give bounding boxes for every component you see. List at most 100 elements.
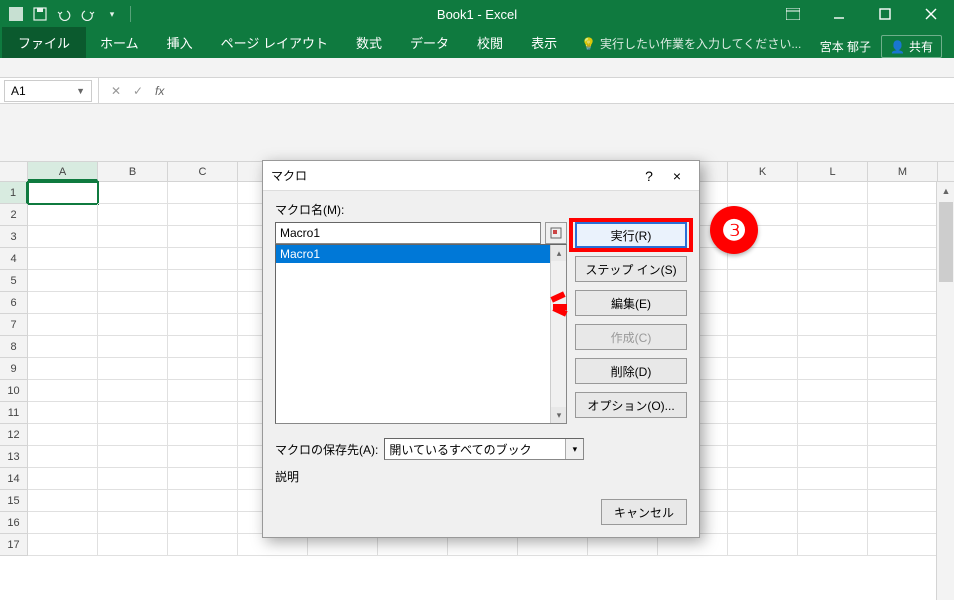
- row-header[interactable]: 15: [0, 490, 28, 512]
- cell[interactable]: [98, 358, 168, 380]
- cell[interactable]: [98, 204, 168, 226]
- cell[interactable]: [28, 468, 98, 490]
- cell[interactable]: [168, 270, 238, 292]
- cell[interactable]: [168, 468, 238, 490]
- cell[interactable]: [798, 248, 868, 270]
- cell[interactable]: [168, 226, 238, 248]
- share-button[interactable]: 👤 共有: [881, 35, 942, 58]
- cell[interactable]: [798, 380, 868, 402]
- cell[interactable]: [168, 182, 238, 204]
- cell[interactable]: [868, 204, 938, 226]
- row-header[interactable]: 3: [0, 226, 28, 248]
- cell[interactable]: [168, 490, 238, 512]
- vertical-scrollbar[interactable]: ▲: [936, 182, 954, 600]
- cell[interactable]: [798, 292, 868, 314]
- enter-formula-icon[interactable]: ✓: [127, 80, 149, 102]
- user-name[interactable]: 宮本 郁子: [820, 38, 871, 55]
- row-header[interactable]: 14: [0, 468, 28, 490]
- cell[interactable]: [798, 534, 868, 556]
- cell[interactable]: [868, 446, 938, 468]
- cell[interactable]: [98, 248, 168, 270]
- cell[interactable]: [798, 336, 868, 358]
- row-header[interactable]: 10: [0, 380, 28, 402]
- maximize-button[interactable]: [862, 0, 908, 28]
- cell[interactable]: [98, 424, 168, 446]
- cell[interactable]: [798, 226, 868, 248]
- cell[interactable]: [28, 336, 98, 358]
- cell[interactable]: [868, 534, 938, 556]
- cell[interactable]: [28, 248, 98, 270]
- cell[interactable]: [728, 468, 798, 490]
- select-all-corner[interactable]: [0, 162, 28, 181]
- column-header[interactable]: M: [868, 162, 938, 181]
- name-box[interactable]: A1 ▼: [4, 80, 92, 102]
- cell[interactable]: [868, 292, 938, 314]
- qat-dropdown-icon[interactable]: ▾: [102, 4, 122, 24]
- cell[interactable]: [28, 534, 98, 556]
- column-header[interactable]: A: [28, 162, 98, 181]
- cell[interactable]: [168, 248, 238, 270]
- cell[interactable]: [168, 380, 238, 402]
- column-header[interactable]: C: [168, 162, 238, 181]
- cell[interactable]: [98, 468, 168, 490]
- cell[interactable]: [28, 226, 98, 248]
- tab-formulas[interactable]: 数式: [342, 27, 396, 58]
- macro-name-input[interactable]: [275, 222, 541, 244]
- cell[interactable]: [98, 380, 168, 402]
- cell[interactable]: [868, 226, 938, 248]
- list-scrollbar[interactable]: ▴ ▾: [550, 245, 566, 423]
- cell[interactable]: [98, 292, 168, 314]
- cell[interactable]: [868, 336, 938, 358]
- row-header[interactable]: 16: [0, 512, 28, 534]
- cell[interactable]: [728, 402, 798, 424]
- cell[interactable]: [98, 402, 168, 424]
- cell[interactable]: [728, 512, 798, 534]
- cell[interactable]: [28, 490, 98, 512]
- row-header[interactable]: 12: [0, 424, 28, 446]
- cell[interactable]: [728, 446, 798, 468]
- cell[interactable]: [868, 182, 938, 204]
- cell[interactable]: [28, 358, 98, 380]
- cell[interactable]: [798, 446, 868, 468]
- step-in-button[interactable]: ステップ イン(S): [575, 256, 687, 282]
- cell[interactable]: [168, 336, 238, 358]
- row-header[interactable]: 5: [0, 270, 28, 292]
- row-header[interactable]: 17: [0, 534, 28, 556]
- cell[interactable]: [798, 512, 868, 534]
- row-header[interactable]: 8: [0, 336, 28, 358]
- row-header[interactable]: 6: [0, 292, 28, 314]
- cell[interactable]: [28, 204, 98, 226]
- scroll-down-icon[interactable]: ▾: [551, 407, 567, 423]
- macro-reference-button[interactable]: [545, 222, 567, 244]
- cell[interactable]: [168, 446, 238, 468]
- cancel-button[interactable]: キャンセル: [601, 499, 687, 525]
- cell[interactable]: [868, 402, 938, 424]
- row-header[interactable]: 2: [0, 204, 28, 226]
- cell[interactable]: [868, 490, 938, 512]
- edit-button[interactable]: 編集(E): [575, 290, 687, 316]
- cell[interactable]: [728, 270, 798, 292]
- cell[interactable]: [868, 248, 938, 270]
- cell[interactable]: [798, 182, 868, 204]
- cell[interactable]: [98, 336, 168, 358]
- fx-icon[interactable]: fx: [155, 84, 164, 98]
- macro-save-combo[interactable]: 開いているすべてのブック ▾: [384, 438, 584, 460]
- cell[interactable]: [98, 182, 168, 204]
- cell[interactable]: [798, 424, 868, 446]
- cell[interactable]: [728, 292, 798, 314]
- tab-data[interactable]: データ: [396, 27, 463, 58]
- ribbon-display-icon[interactable]: [770, 0, 816, 28]
- cell[interactable]: [728, 380, 798, 402]
- cell[interactable]: [168, 292, 238, 314]
- cell[interactable]: [28, 314, 98, 336]
- row-header[interactable]: 9: [0, 358, 28, 380]
- cell[interactable]: [98, 314, 168, 336]
- tab-insert[interactable]: 挿入: [153, 27, 207, 58]
- tell-me-search[interactable]: 💡 実行したい作業を入力してください...: [571, 29, 811, 58]
- cell[interactable]: [798, 490, 868, 512]
- cancel-formula-icon[interactable]: ✕: [105, 80, 127, 102]
- cell[interactable]: [868, 314, 938, 336]
- cell[interactable]: [98, 446, 168, 468]
- tab-view[interactable]: 表示: [517, 27, 571, 58]
- cell[interactable]: [28, 292, 98, 314]
